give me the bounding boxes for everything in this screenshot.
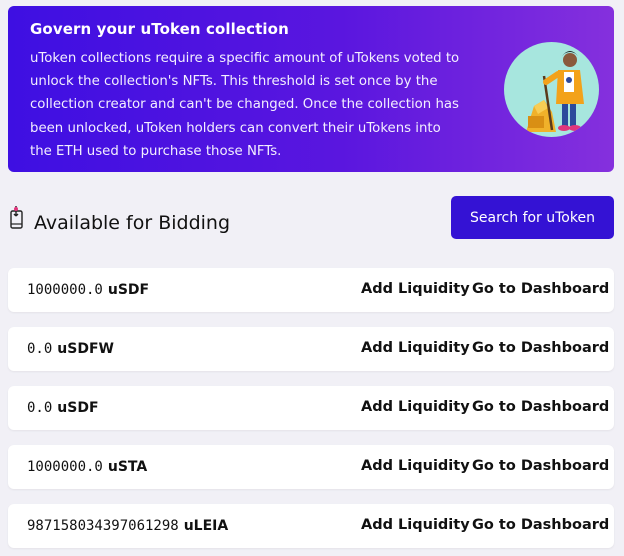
add-liquidity-link[interactable]: Add Liquidity: [361, 399, 470, 415]
banner-description: uToken collections require a specific am…: [30, 51, 460, 159]
go-to-dashboard-link[interactable]: Go to Dashboard: [472, 340, 609, 356]
add-liquidity-link[interactable]: Add Liquidity: [361, 281, 470, 297]
list-item: 0.0 uSDFW Add Liquidity Go to Dashboard: [8, 327, 614, 371]
info-banner: Govern your uToken collection uToken col…: [8, 6, 614, 172]
token-symbol: uSDF: [107, 282, 150, 298]
search-utoken-button[interactable]: Search for uToken: [451, 196, 614, 239]
go-to-dashboard-link[interactable]: Go to Dashboard: [472, 517, 609, 533]
add-liquidity-link[interactable]: Add Liquidity: [361, 458, 470, 474]
token-amount: 0.0 uSDF: [27, 400, 99, 416]
go-to-dashboard-link[interactable]: Go to Dashboard: [472, 281, 609, 297]
token-amount: 1000000.0 uSTA: [27, 459, 148, 475]
touch-pointer-icon: [8, 206, 28, 232]
banner-title: Govern your uToken collection: [30, 20, 289, 38]
token-symbol: uLEIA: [183, 518, 229, 534]
go-to-dashboard-link[interactable]: Go to Dashboard: [472, 458, 609, 474]
collector-illustration: [504, 42, 599, 137]
token-symbol: uSDF: [57, 400, 99, 416]
section-title: Available for Bidding: [34, 212, 231, 234]
token-amount: 0.0 uSDFW: [27, 341, 114, 357]
add-liquidity-link[interactable]: Add Liquidity: [361, 340, 470, 356]
token-symbol: uSTA: [107, 459, 148, 475]
token-amount: 987158034397061298 uLEIA: [27, 518, 229, 534]
list-item: 1000000.0 uSTA Add Liquidity Go to Dashbo…: [8, 445, 614, 489]
add-liquidity-link[interactable]: Add Liquidity: [361, 517, 470, 533]
token-symbol: uSDFW: [57, 341, 114, 357]
token-amount: 1000000.0 uSDF: [27, 282, 150, 298]
go-to-dashboard-link[interactable]: Go to Dashboard: [472, 399, 609, 415]
list-item: 987158034397061298 uLEIA Add Liquidity Go…: [8, 504, 614, 548]
list-item: 1000000.0 uSDF Add Liquidity Go to Dashbo…: [8, 268, 614, 312]
list-item: 0.0 uSDF Add Liquidity Go to Dashboard: [8, 386, 614, 430]
bidding-section-header: Available for Bidding Search for uToken: [8, 196, 614, 244]
